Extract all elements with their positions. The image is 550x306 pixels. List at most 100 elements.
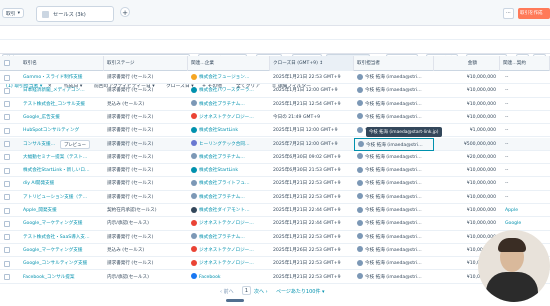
deal-amount[interactable]: ¥10,000,000 [434, 111, 500, 124]
table-row[interactable]: 株式会社StartLink・新しいロ… 請求書発行 (セールス) 株式会社Sta… [0, 164, 550, 178]
company-link[interactable]: ジオネストテクノロジー… [188, 244, 270, 257]
close-date[interactable]: 2025年1月21日 22:53 GMT+9 [270, 191, 354, 204]
row-checkbox[interactable] [4, 127, 10, 134]
column-header-company[interactable]: 関連…企業 [188, 56, 270, 71]
deal-name-link[interactable]: テスト株式会社_コンサル支援 [20, 98, 104, 111]
row-checkbox[interactable] [4, 74, 10, 81]
deal-owner[interactable]: 今枝 拓海 (imaeda@stri… [354, 84, 434, 97]
deal-name-link[interactable]: アトリビューション支援（テ… [20, 191, 104, 204]
view-tab[interactable]: セールス (3k) [36, 6, 114, 22]
deal-stage[interactable]: 請求書発行 (セールス) [104, 124, 188, 137]
deal-stage[interactable]: 見込み (セールス) [104, 98, 188, 111]
table-row[interactable]: Google_マーケティング支援 内示/承認(セールス) ジオネストテクノロジー… [0, 217, 550, 231]
deal-owner[interactable]: 今枝 拓海 (imaeda@stri… [354, 204, 434, 217]
column-header-owner[interactable]: 取引担当者 [354, 56, 434, 71]
row-checkbox[interactable] [4, 247, 10, 254]
company-link[interactable]: 株式会社パワースターラ… [188, 84, 270, 97]
deal-owner[interactable]: 今枝 拓海 (imaeda@stri… [354, 271, 434, 284]
close-date[interactable]: 2025年7月2日 12:00 GMT+9 [270, 138, 354, 151]
deal-owner[interactable]: 今枝 拓海 (imaeda@stri… [354, 111, 434, 124]
company-link[interactable]: ジオネストテクノロジー… [188, 257, 270, 270]
deal-stage[interactable]: 内示/承認(セールス) [104, 271, 188, 284]
company-link[interactable]: 株式会社フュージョン… [188, 71, 270, 84]
deal-amount[interactable]: ¥1,000,000 [434, 124, 500, 137]
column-header-close-date[interactable]: クローズ日 (GMT+9) ↕ [270, 56, 354, 71]
row-checkbox[interactable] [4, 220, 10, 227]
table-row[interactable]: Apple_開発支援 契約在内承認(セールス) 株式会社ダイアモント… 2025… [0, 204, 550, 218]
row-checkbox[interactable] [4, 207, 10, 214]
create-deal-button[interactable]: 取引を作成 [518, 8, 550, 19]
company-link[interactable]: 株式会社プラチナム… [188, 98, 270, 111]
close-date[interactable]: 2025年1月1日 12:00 GMT+9 [270, 124, 354, 137]
deal-name-link[interactable]: 日本経済新聞_メディアコン… [20, 84, 104, 97]
close-date[interactable]: 2025年1月26日 22:53 GMT+9 [270, 244, 354, 257]
current-page[interactable]: 1 [242, 286, 251, 295]
deal-owner[interactable]: 今枝 拓海 (imaeda@stri… [354, 137, 434, 151]
deal-stage[interactable]: 請求書発行 (セールス) [104, 84, 188, 97]
row-checkbox[interactable] [4, 194, 10, 201]
deal-stage[interactable]: 請求書発行 (セールス) [104, 191, 188, 204]
deal-owner[interactable]: 今枝 拓海 (imaeda@stri… [354, 231, 434, 244]
table-row[interactable]: Facebook_コンサル提案 内示/承認(セールス) Facebook 202… [0, 271, 550, 284]
row-checkbox[interactable] [4, 274, 10, 280]
deal-amount[interactable]: ¥10,000,000 [434, 164, 500, 177]
more-icon[interactable]: ⋯ [503, 8, 514, 19]
row-checkbox[interactable] [4, 141, 10, 147]
deal-amount[interactable]: ¥10,000,000 [434, 98, 500, 111]
company-link[interactable]: 株式会社StartLink [188, 124, 270, 137]
deal-name-link[interactable]: HubSpotコンサルティング [20, 124, 104, 137]
deal-name-link[interactable]: Google_コンサルティング支援 [20, 257, 104, 270]
column-header-stage[interactable]: 取引ステージ [104, 56, 188, 71]
company-link[interactable]: 株式会社プラチナム… [188, 231, 270, 244]
table-row[interactable]: HubSpotコンサルティング 請求書発行 (セールス) 株式会社StartLi… [0, 124, 550, 138]
preview-button[interactable]: プレビュー [60, 139, 90, 149]
deal-name-link[interactable]: diy AI開発支援 [20, 177, 104, 190]
close-date[interactable]: 2025年1月1日 12:00 GMT+9 [270, 84, 354, 97]
deal-name-link[interactable]: Facebook_コンサル提案 [20, 271, 104, 284]
row-checkbox[interactable] [4, 114, 10, 121]
deal-name-link[interactable]: Google_広告支援 [20, 111, 104, 124]
row-checkbox[interactable] [4, 180, 10, 187]
contract-value[interactable]: -- [502, 98, 550, 111]
deal-stage[interactable]: 請求書発行 (セールス) [104, 151, 188, 164]
deal-owner[interactable]: 今枝 拓海 (imaeda@stri… [354, 191, 434, 204]
scrollbar[interactable] [226, 299, 244, 302]
deal-name-link[interactable]: Apple_開発支援 [20, 204, 104, 217]
company-link[interactable]: 株式会社プライトフュ… [188, 177, 270, 190]
close-date[interactable]: 2025年6月30日 09:02 GMT+9 [270, 151, 354, 164]
deal-stage[interactable]: 請求書発行 (セールス) [104, 71, 188, 84]
deal-name-link[interactable]: Google_マーケティング支援 [20, 244, 104, 257]
close-date[interactable]: 2025年1月21日 22:53 GMT+9 [270, 271, 354, 284]
table-row[interactable]: Google_コンサルティング支援 請求書発行 (セールス) ジオネストテクノロ… [0, 257, 550, 271]
contract-value[interactable]: -- [502, 151, 550, 164]
contract-value[interactable]: -- [502, 177, 550, 190]
add-view-button[interactable]: + [120, 7, 130, 17]
deal-stage[interactable]: 請求書発行 (セールス) [104, 177, 188, 190]
deal-name-link[interactable]: Gammo・スライド制作支援 [20, 71, 104, 84]
deal-stage[interactable]: 請求書発行 (セールス) [104, 257, 188, 270]
company-link[interactable]: ヒーリングテック合同… [188, 138, 270, 151]
deal-amount[interactable]: ¥10,000,000 [434, 71, 500, 84]
column-header-name[interactable]: 取引名 [20, 56, 104, 71]
deal-name-link[interactable]: テスト株式会社・SaaS導入支… [20, 231, 104, 244]
object-switcher[interactable]: 取引 ▾ [2, 8, 24, 18]
deal-owner[interactable]: 今枝 拓海 (imaeda@stri… [354, 151, 434, 164]
table-row[interactable]: コンサル支援… プレビュー 請求書発行 (セールス) ヒーリングテック合同… 2… [0, 137, 550, 151]
deal-owner[interactable]: 今枝 拓海 (imaeda@stri… [354, 177, 434, 190]
row-checkbox[interactable] [4, 167, 10, 174]
select-all-checkbox[interactable] [4, 60, 10, 66]
row-checkbox[interactable] [4, 154, 10, 161]
contract-value[interactable]: Apple [502, 204, 550, 217]
row-checkbox[interactable] [4, 234, 10, 241]
table-row[interactable]: Google_広告支援 請求書発行 (セールス) ジオネストテクノロジー… 今日… [0, 111, 550, 125]
deal-amount[interactable]: ¥10,000,000 [434, 84, 500, 97]
contract-value[interactable]: -- [502, 84, 550, 97]
close-date[interactable]: 2025年1月21日 22:44 GMT+9 [270, 217, 354, 230]
deal-owner[interactable]: 今枝 拓海 (imaeda@stri… [354, 71, 434, 84]
deal-stage[interactable]: 請求書発行 (セールス) [104, 138, 188, 151]
deal-amount[interactable]: ¥10,000,000 [434, 177, 500, 190]
deal-owner[interactable]: 今枝 拓海 (imaeda@stri… [354, 98, 434, 111]
row-checkbox[interactable] [4, 87, 10, 94]
close-date[interactable]: 2025年1月21日 22:53 GMT+9 [270, 71, 354, 84]
deal-stage[interactable]: 請求書発行 (セールス) [104, 164, 188, 177]
